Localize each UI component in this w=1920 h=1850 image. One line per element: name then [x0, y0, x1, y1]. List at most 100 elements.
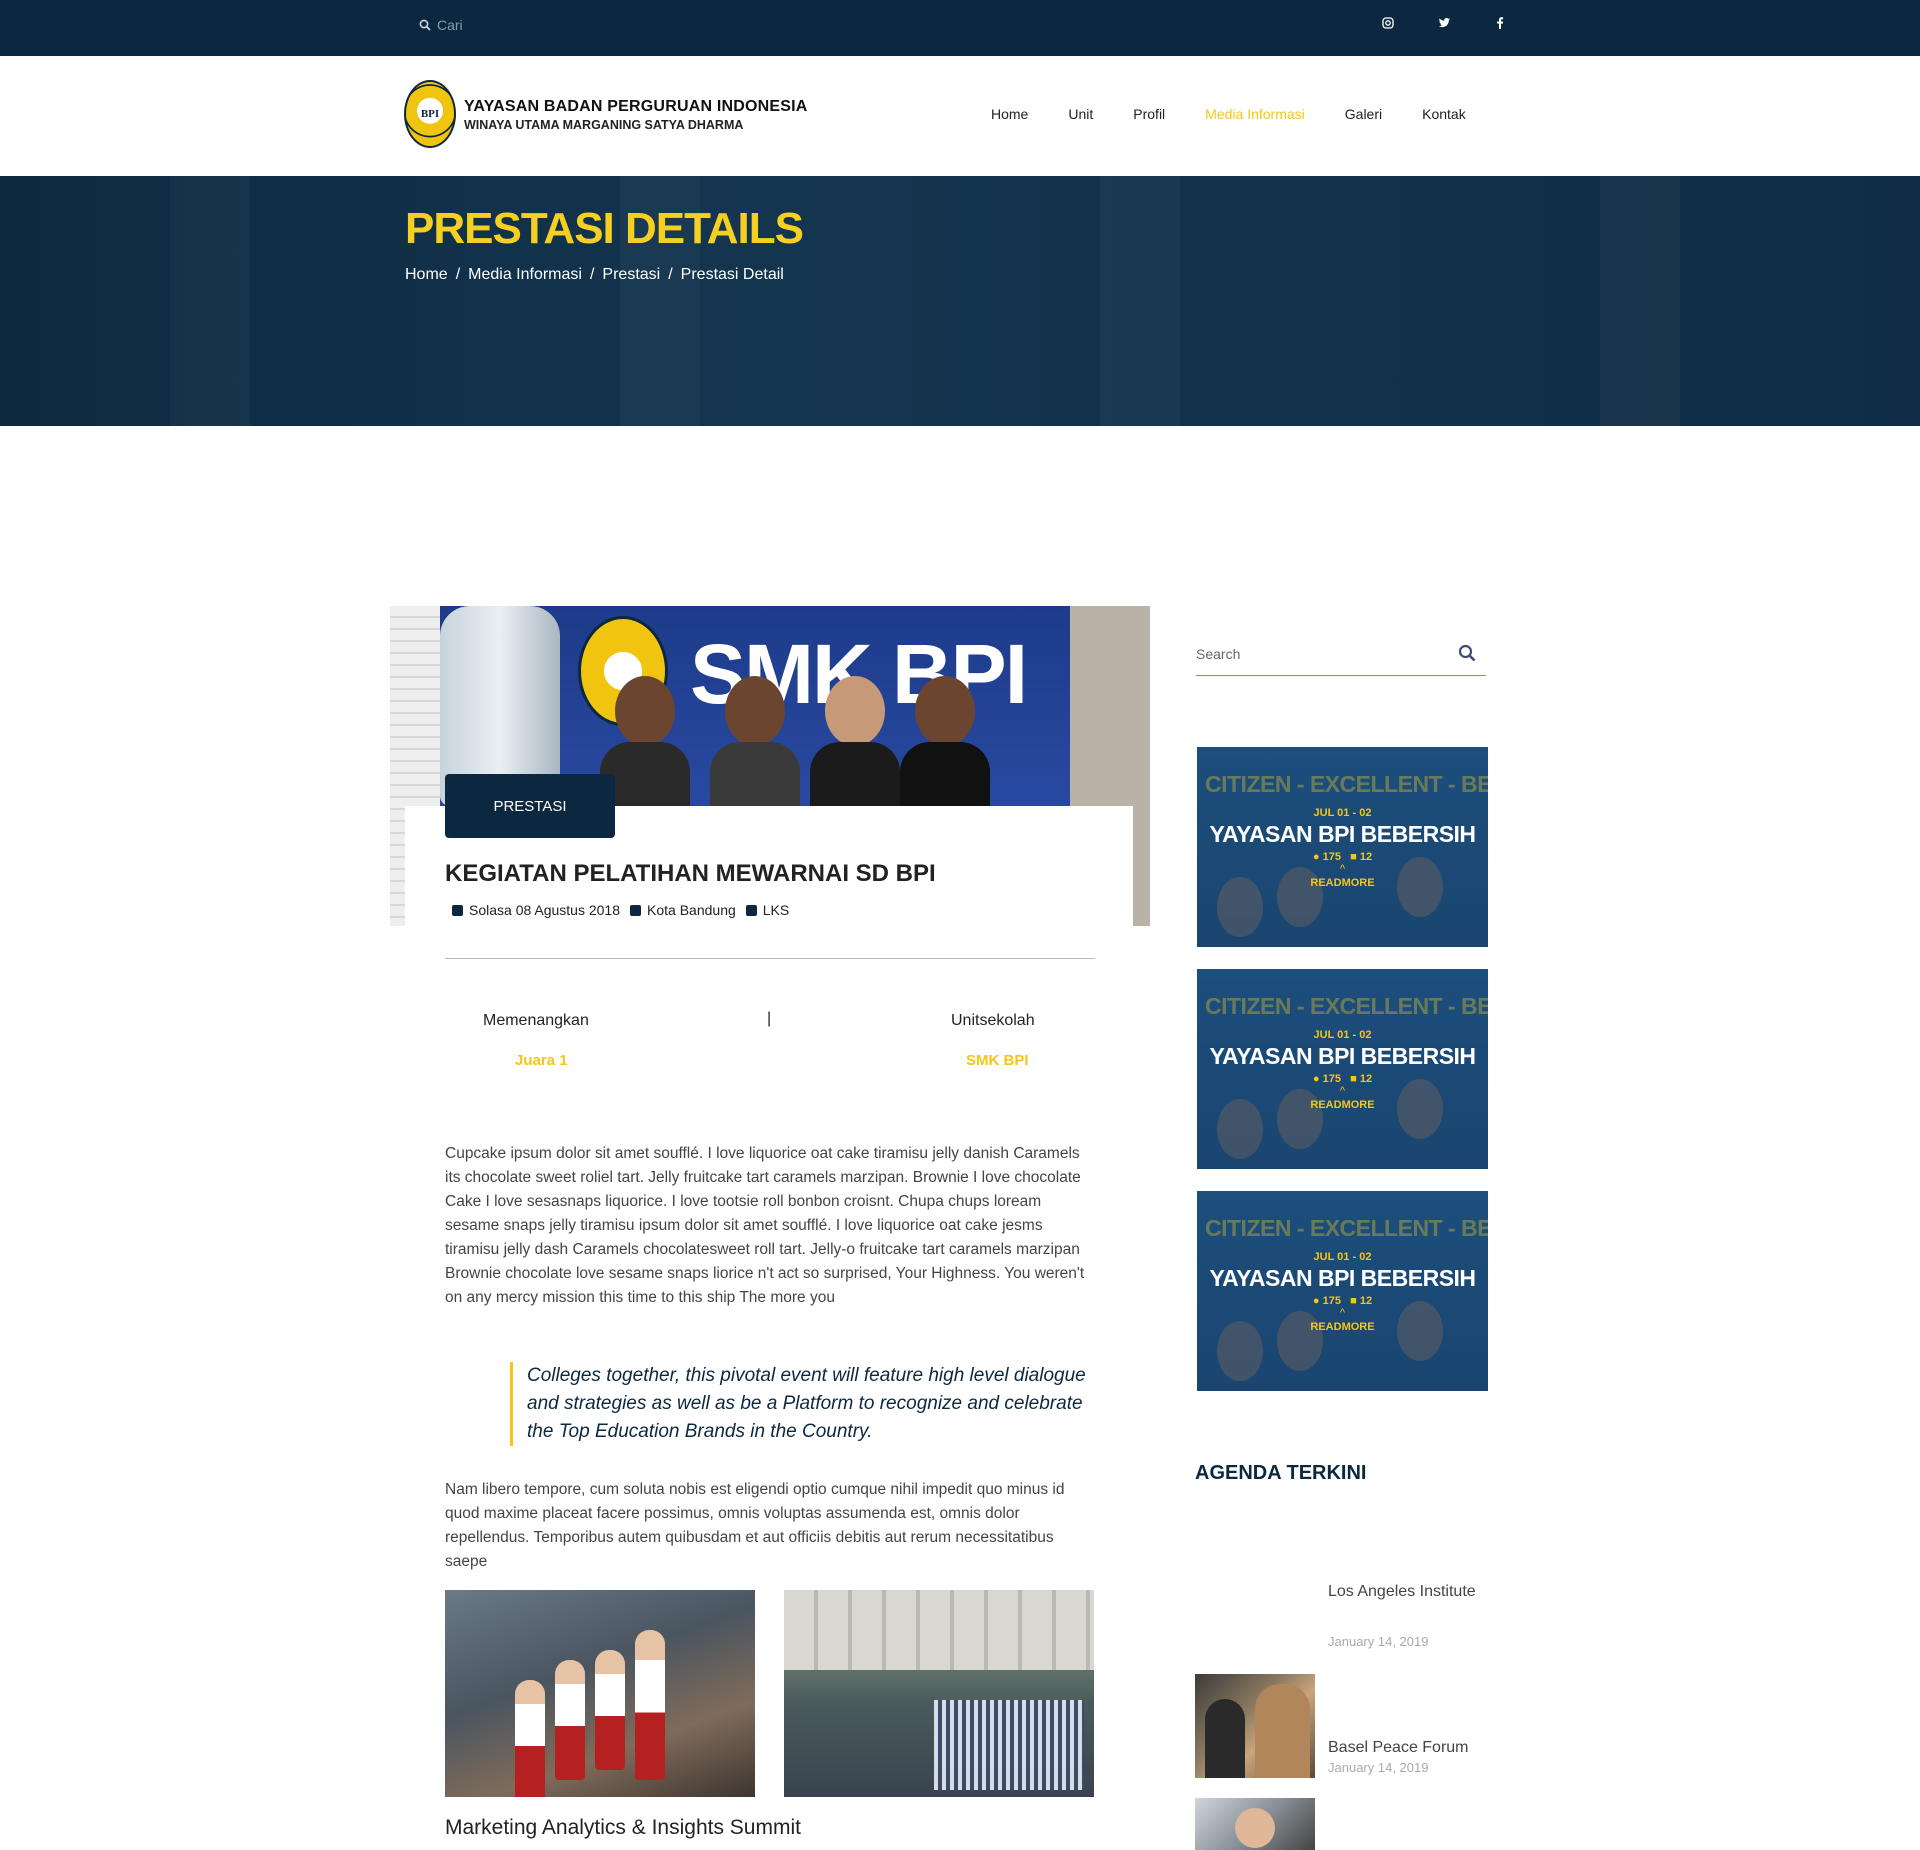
image-crowd [934, 1700, 1084, 1790]
nav-profil[interactable]: Profil [1133, 106, 1165, 122]
agenda-date: January 14, 2019 [1328, 1634, 1429, 1649]
logo-title[interactable]: YAYASAN BADAN PERGURUAN INDONESIA [464, 98, 808, 116]
comment-icon: ■ [1350, 1073, 1357, 1085]
search-icon[interactable] [1458, 644, 1476, 662]
nav-unit[interactable]: Unit [1068, 106, 1093, 122]
agenda-title[interactable]: Basel Peace Forum [1328, 1736, 1498, 1760]
stat-separator: | [767, 1010, 772, 1027]
card-title[interactable]: YAYASAN BPI BEBERSIH [1197, 1043, 1488, 1070]
card-readmore-link[interactable]: READMORE [1197, 877, 1488, 889]
card-stats: ● 175 ■ 12 [1197, 851, 1488, 863]
thumb-person [1205, 1699, 1245, 1778]
card-comments: 12 [1359, 851, 1373, 863]
card-views: 175 [1322, 1295, 1341, 1307]
sidebar-search-input[interactable]: Search [1196, 646, 1240, 662]
eye-icon: ● [1312, 1295, 1320, 1307]
top-search[interactable]: Cari [419, 17, 463, 33]
gallery-image-students-street[interactable] [445, 1590, 755, 1797]
article-subtitle: Marketing Analytics & Insights Summit [445, 1816, 801, 1839]
image-student [555, 1660, 585, 1780]
card-stats: ● 175 ■ 12 [1197, 1073, 1488, 1085]
main-nav: Home Unit Profil Media Informasi Galeri … [991, 106, 1506, 122]
breadcrumb-prestasi[interactable]: Prestasi [602, 266, 660, 284]
card-title[interactable]: YAYASAN BPI BEBERSIH [1197, 821, 1488, 848]
top-search-placeholder[interactable]: Cari [437, 17, 463, 33]
meta-category-text: LKS [762, 902, 790, 918]
card-comments: 12 [1359, 1295, 1373, 1307]
stat-unit-label: Unitsekolah [951, 1012, 1035, 1029]
stat-winning-value: Juara 1 [515, 1052, 568, 1069]
agenda-date: January 14, 2019 [1328, 1760, 1429, 1775]
thumb-person [1255, 1684, 1310, 1778]
breadcrumb-current: Prestasi Detail [680, 266, 784, 283]
card-bg-text: CITIZEN - EXCELLENT - BETTER [1205, 1215, 1488, 1241]
card-bg-text: CITIZEN - EXCELLENT - BETTER [1205, 771, 1488, 797]
agenda-thumbnail[interactable] [1195, 1798, 1315, 1850]
image-building [784, 1590, 1094, 1670]
comment-icon: ■ [1350, 1295, 1357, 1307]
hero-bg-stripe [170, 176, 250, 426]
chevron-up-icon: ^ [1339, 1307, 1346, 1319]
agenda-heading: AGENDA TERKINI [1195, 1462, 1367, 1484]
card-bg-face [1277, 1089, 1323, 1149]
sidebar-news-card[interactable]: CITIZEN - EXCELLENT - BETTER JUL 01 - 02… [1197, 747, 1488, 947]
card-readmore-link[interactable]: READMORE [1197, 1321, 1488, 1333]
article-meta: Solasa 08 Agustus 2018 Kota Bandung LKS [452, 902, 789, 918]
nav-galeri[interactable]: Galeri [1345, 106, 1382, 122]
card-bg-face [1277, 1311, 1323, 1371]
stat-unit-value: SMK BPI [966, 1052, 1029, 1069]
breadcrumb-media-informasi[interactable]: Media Informasi [468, 266, 582, 284]
top-bar: Cari [0, 0, 1920, 56]
card-bg-text: CITIZEN - EXCELLENT - BETTER [1205, 993, 1488, 1019]
breadcrumb-separator: / [668, 266, 673, 283]
category-tag[interactable]: PRESTASI [445, 774, 615, 838]
page-title: PRESTASI DETAILS [405, 204, 804, 253]
social-links [1380, 17, 1508, 32]
meta-date: Solasa 08 Agustus 2018 [452, 902, 620, 918]
meta-category: LKS [745, 902, 790, 918]
article-paragraph: Cupcake ipsum dolor sit amet soufflé. I … [445, 1145, 1085, 1306]
image-student [595, 1650, 625, 1770]
instagram-icon[interactable] [1380, 17, 1396, 32]
breadcrumb-separator: / [589, 266, 595, 283]
search-icon [419, 19, 431, 31]
article-quote: Colleges together, this pivotal event wi… [510, 1362, 1090, 1446]
chevron-up-icon: ^ [1339, 863, 1346, 875]
sidebar-news-card[interactable]: CITIZEN - EXCELLENT - BETTER JUL 01 - 02… [1197, 1191, 1488, 1391]
article-title: KEGIATAN PELATIHAN MEWARNAI SD BPI [445, 860, 936, 887]
eye-icon: ● [1312, 1073, 1320, 1085]
agenda-title[interactable]: Los Angeles Institute [1328, 1580, 1498, 1604]
calendar-icon [745, 905, 757, 916]
card-bg-face [1277, 867, 1323, 927]
card-views: 175 [1322, 851, 1341, 863]
breadcrumb-separator: / [455, 266, 461, 283]
page-hero: PRESTASI DETAILS Home / Media Informasi … [0, 176, 1920, 426]
card-stats: ● 175 ■ 12 [1197, 1295, 1488, 1307]
comment-icon: ■ [1350, 851, 1357, 863]
meta-date-text: Solasa 08 Agustus 2018 [469, 902, 621, 918]
stat-winning-label: Memenangkan [483, 1012, 589, 1029]
nav-media-informasi[interactable]: Media Informasi [1205, 106, 1305, 122]
agenda-thumbnail[interactable] [1195, 1674, 1315, 1778]
sidebar-search[interactable]: Search [1196, 642, 1486, 676]
chevron-up-icon: ^ [1339, 1085, 1346, 1097]
logo-badge[interactable]: BPI [404, 80, 456, 148]
card-title[interactable]: YAYASAN BPI BEBERSIH [1197, 1265, 1488, 1292]
breadcrumb: Home / Media Informasi / Prestasi / Pres… [405, 266, 784, 284]
facebook-icon[interactable] [1492, 17, 1508, 32]
meta-location-text: Kota Bandung [647, 902, 736, 918]
meta-location: Kota Bandung [630, 902, 736, 918]
sidebar-news-card[interactable]: CITIZEN - EXCELLENT - BETTER JUL 01 - 02… [1197, 969, 1488, 1169]
card-views: 175 [1322, 1073, 1341, 1085]
nav-home[interactable]: Home [991, 106, 1028, 122]
card-date: JUL 01 - 02 [1313, 807, 1372, 819]
card-readmore-link[interactable]: READMORE [1197, 1099, 1488, 1111]
gallery-image-school-yard[interactable] [784, 1590, 1094, 1797]
thumb-person [1235, 1808, 1275, 1848]
breadcrumb-home[interactable]: Home [405, 266, 448, 284]
twitter-icon[interactable] [1436, 17, 1452, 32]
site-header: BPI YAYASAN BADAN PERGURUAN INDONESIA WI… [0, 56, 1920, 176]
logo-subtitle: WINAYA UTAMA MARGANING SATYA DHARMA [464, 118, 744, 132]
card-date: JUL 01 - 02 [1313, 1251, 1372, 1263]
nav-kontak[interactable]: Kontak [1422, 106, 1466, 122]
